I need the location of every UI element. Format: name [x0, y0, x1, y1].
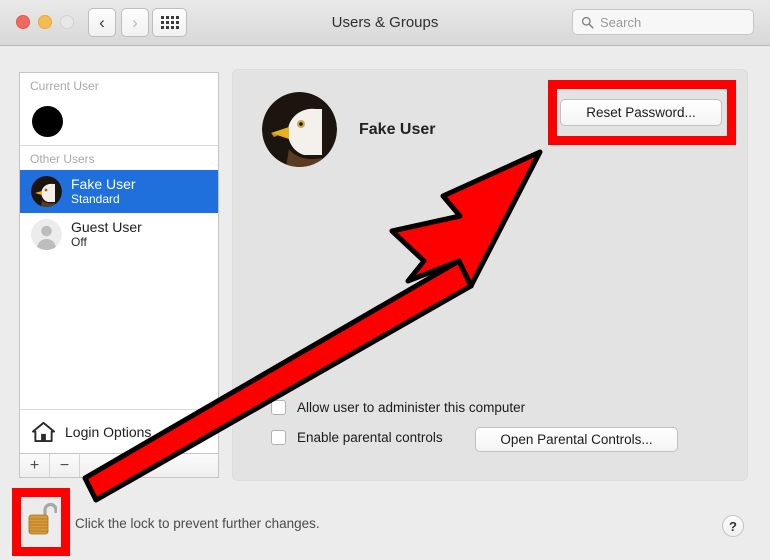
account-header: Fake User	[262, 92, 436, 167]
account-name: Fake User	[359, 120, 436, 138]
annotation-highlight-lock	[12, 488, 70, 556]
current-user-row[interactable]	[20, 97, 218, 145]
sidebar-user-text: Guest User Off	[71, 219, 142, 249]
search-field[interactable]: Search	[572, 9, 754, 35]
sidebar-toolbar: + −	[19, 453, 219, 478]
parental-controls-checkbox[interactable]	[271, 430, 286, 445]
sidebar-user-text: Fake User Standard	[71, 176, 136, 206]
home-icon	[32, 421, 55, 442]
lock-hint-text: Click the lock to prevent further change…	[75, 516, 320, 531]
annotation-highlight-reset-password	[548, 80, 736, 145]
sidebar-user-name: Fake User	[71, 176, 136, 193]
remove-user-button[interactable]: −	[50, 454, 80, 477]
window-titlebar: ‹ › Users & Groups Search	[0, 0, 770, 46]
users-and-groups-window: ‹ › Users & Groups Search Current User O…	[0, 0, 770, 560]
other-users-header: Other Users	[20, 146, 218, 170]
sidebar-item-fake-user[interactable]: Fake User Standard	[20, 170, 218, 213]
allow-admin-checkbox-row[interactable]: Allow user to administer this computer	[271, 400, 525, 415]
sidebar-user-name: Guest User	[71, 219, 142, 236]
allow-admin-label: Allow user to administer this computer	[297, 400, 526, 415]
sidebar-item-guest-user[interactable]: Guest User Off	[20, 213, 218, 256]
add-user-button[interactable]: +	[20, 454, 50, 477]
current-user-avatar	[32, 105, 63, 137]
login-options-label: Login Options	[65, 423, 152, 440]
sidebar-user-role: Off	[71, 235, 87, 250]
sidebar-user-role: Standard	[71, 192, 120, 207]
help-button[interactable]: ?	[722, 515, 744, 537]
open-parental-controls-button[interactable]: Open Parental Controls...	[475, 427, 678, 452]
parental-controls-checkbox-row[interactable]: Enable parental controls	[271, 430, 443, 445]
sidebar-item-login-options[interactable]: Login Options	[20, 409, 218, 453]
search-placeholder: Search	[600, 14, 642, 30]
eagle-avatar[interactable]	[262, 92, 337, 167]
search-icon	[581, 16, 594, 29]
allow-admin-checkbox[interactable]	[271, 400, 286, 415]
parental-controls-label: Enable parental controls	[297, 430, 443, 445]
person-silhouette-avatar	[31, 219, 62, 250]
current-user-header: Current User	[20, 73, 218, 97]
users-sidebar: Current User Other Users Fake User Stand…	[19, 72, 219, 453]
eagle-avatar	[31, 176, 62, 207]
